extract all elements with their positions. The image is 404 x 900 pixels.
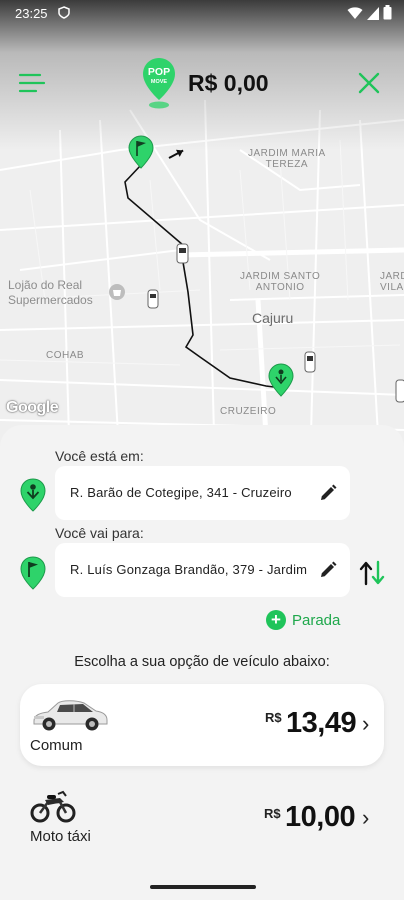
chevron-right-icon: ›: [362, 711, 370, 736]
plus-circle-icon: +: [266, 610, 286, 630]
map-label-cohab: COHAB: [46, 350, 85, 361]
shopping-poi-icon: [109, 284, 125, 300]
vehicle-name-comum: Comum: [30, 737, 83, 754]
add-stop-label: Parada: [292, 611, 341, 629]
vehicle-currency-comum: R$: [265, 710, 282, 725]
map-car-icon: [304, 351, 316, 373]
map-label-jardim-santo-antonio: JARDIM SANTO ANTONIO: [240, 271, 321, 293]
home-indicator[interactable]: [150, 885, 256, 889]
map-label-jardim-maria-tereza: JARDIM MARIA TEREZA: [248, 148, 326, 170]
origin-address-field[interactable]: R. Barão de Cotegipe, 341 - Cruzeiro: [55, 466, 350, 520]
destination-address-text: R. Luís Gonzaga Brandão, 379 - Jardim: [70, 562, 308, 577]
vehicle-option-moto-taxi[interactable]: Moto táxi R$ 10,00 ›: [20, 776, 384, 858]
vehicle-name-moto-taxi: Moto táxi: [30, 828, 91, 845]
chevron-right-icon: ›: [362, 805, 370, 830]
map-label-cajuru: Cajuru: [252, 310, 294, 326]
vehicle-currency-moto-taxi: R$: [264, 806, 281, 821]
add-stop-button[interactable]: + Parada: [266, 610, 340, 630]
menu-icon[interactable]: [18, 70, 46, 96]
vehicle-price-moto-taxi: 10,00: [285, 801, 356, 833]
battery-icon: [383, 5, 392, 20]
swap-addresses-icon[interactable]: [357, 558, 389, 588]
map-label-jardim-vila: JARDIVILA: [380, 271, 404, 293]
destination-flag-pin-icon: [20, 556, 46, 590]
signal-icon: [367, 6, 379, 20]
status-bar: 23:25: [0, 0, 404, 26]
map-car-icon: [147, 289, 159, 309]
trip-price-title: R$ 0,00: [188, 70, 269, 96]
map-label-lojao: Lojão do Real Supermercados: [8, 278, 93, 307]
status-time: 23:25: [15, 6, 48, 21]
google-attribution: Google: [6, 399, 59, 416]
svg-text:POP: POP: [148, 66, 170, 78]
origin-label: Você está em:: [55, 448, 144, 464]
shield-status-icon: [58, 6, 70, 19]
map-label-cruzeiro: CRUZEIRO: [220, 406, 277, 417]
close-icon[interactable]: [356, 70, 382, 96]
map-car-icon: [395, 379, 404, 403]
wifi-icon: [347, 6, 363, 19]
edit-destination-pencil-icon[interactable]: [319, 561, 337, 579]
vehicle-option-comum[interactable]: Comum R$ 13,49 ›: [20, 684, 384, 766]
vehicle-price-comum: 13,49: [286, 707, 357, 739]
svg-text:MOVE: MOVE: [151, 79, 168, 85]
edit-origin-pencil-icon[interactable]: [319, 484, 337, 502]
origin-address-text: R. Barão de Cotegipe, 341 - Cruzeiro: [70, 485, 292, 500]
destination-label: Você vai para:: [55, 525, 144, 541]
map-car-icon: [176, 243, 189, 264]
car-icon: [33, 700, 108, 731]
destination-address-field[interactable]: R. Luís Gonzaga Brandão, 379 - Jardim: [55, 543, 350, 597]
motorcycle-icon: [30, 790, 76, 823]
origin-person-pin-icon: [20, 478, 46, 512]
pop-move-logo: POP MOVE: [143, 58, 175, 109]
top-header: POP MOVE R$ 0,00: [0, 56, 404, 116]
vehicle-options-title: Escolha a sua opção de veículo abaixo:: [74, 654, 330, 670]
